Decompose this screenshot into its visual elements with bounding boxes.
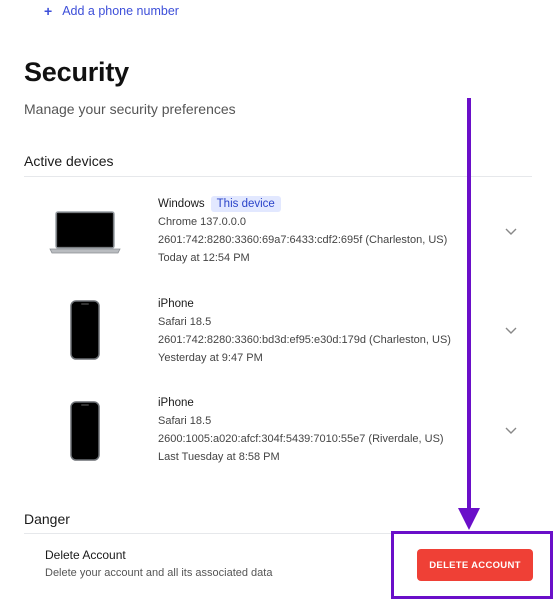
laptop-icon bbox=[44, 197, 126, 267]
chevron-down-icon[interactable] bbox=[502, 223, 520, 241]
delete-account-description: Delete your account and all its associat… bbox=[45, 567, 273, 579]
device-info: Windows This device Chrome 137.0.0.0 260… bbox=[158, 195, 447, 267]
device-ip-location: 2601:742:8280:3360:69a7:6433:cdf2:695f (… bbox=[158, 234, 448, 246]
device-name: iPhone bbox=[158, 397, 194, 409]
phone-icon bbox=[44, 295, 126, 365]
plus-icon: + bbox=[44, 3, 53, 19]
chevron-down-icon[interactable] bbox=[502, 322, 520, 340]
device-browser: Chrome 137.0.0.0 bbox=[158, 216, 247, 228]
delete-account-button[interactable]: DELETE ACCOUNT bbox=[417, 549, 533, 581]
device-ip-location: 2601:742:8280:3360:bd3d:ef95:e30d:179d (… bbox=[158, 334, 451, 346]
chevron-down-icon[interactable] bbox=[502, 422, 520, 440]
add-phone-link[interactable]: + Add a phone number bbox=[44, 2, 179, 20]
add-phone-label: Add a phone number bbox=[62, 4, 179, 18]
phone-icon bbox=[44, 396, 126, 466]
device-row: Windows This device Chrome 137.0.0.0 260… bbox=[0, 195, 556, 283]
device-browser: Safari 18.5 bbox=[158, 415, 212, 427]
device-name: iPhone bbox=[158, 298, 194, 310]
device-last-seen: Last Tuesday at 8:58 PM bbox=[158, 451, 280, 463]
delete-account-title: Delete Account bbox=[45, 548, 126, 562]
device-ip-location: 2600:1005:a020:afcf:304f:5439:7010:55e7 … bbox=[158, 433, 444, 445]
device-info: iPhone Safari 18.5 2600:1005:a020:afcf:3… bbox=[158, 394, 444, 466]
annotation-arrow-head bbox=[458, 508, 480, 530]
this-device-badge: This device bbox=[210, 196, 281, 212]
page-subtitle: Manage your security preferences bbox=[24, 101, 236, 117]
device-row: iPhone Safari 18.5 2600:1005:a020:afcf:3… bbox=[0, 394, 556, 482]
device-info: iPhone Safari 18.5 2601:742:8280:3360:bd… bbox=[158, 295, 451, 367]
device-row: iPhone Safari 18.5 2601:742:8280:3360:bd… bbox=[0, 295, 556, 383]
annotation-arrow-shaft bbox=[467, 98, 471, 510]
device-name: Windows bbox=[158, 198, 205, 210]
danger-heading: Danger bbox=[24, 511, 70, 527]
device-last-seen: Today at 12:54 PM bbox=[158, 252, 250, 264]
device-last-seen: Yesterday at 9:47 PM bbox=[158, 352, 263, 364]
active-devices-divider bbox=[24, 176, 532, 177]
active-devices-heading: Active devices bbox=[24, 153, 114, 169]
page-title: Security bbox=[24, 57, 129, 87]
device-browser: Safari 18.5 bbox=[158, 316, 212, 328]
